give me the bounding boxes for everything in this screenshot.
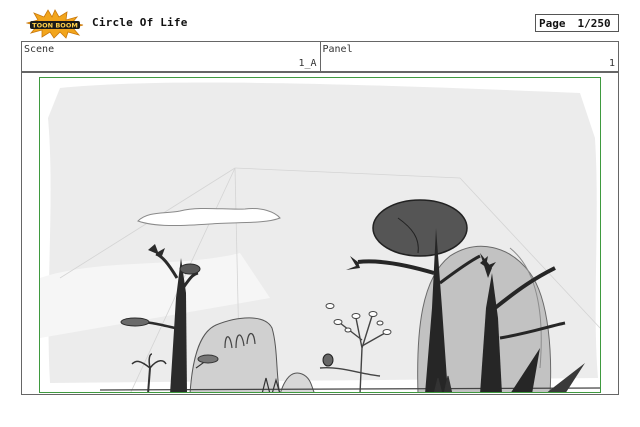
panel-label: Panel — [322, 44, 353, 55]
scene-cell: Scene 1_A — [22, 42, 320, 71]
page-number: 1/250 — [577, 16, 611, 30]
panel-cell: Panel 1 — [319, 42, 619, 71]
storyboard-sketch — [40, 82, 600, 392]
toon-boom-logo: TOON BOOM — [25, 9, 84, 39]
page-label: Page — [539, 16, 566, 30]
svg-text:TOON BOOM: TOON BOOM — [32, 22, 78, 30]
scene-panel-info: Scene 1_A Panel 1 — [21, 41, 619, 72]
storyboard-panel — [39, 77, 601, 393]
panel-value: 1 — [608, 58, 615, 69]
page-indicator: Page 1/250 — [535, 14, 619, 32]
document-title: Circle Of Life — [92, 16, 188, 29]
scene-label: Scene — [24, 44, 55, 55]
scene-value: 1_A — [298, 58, 317, 69]
